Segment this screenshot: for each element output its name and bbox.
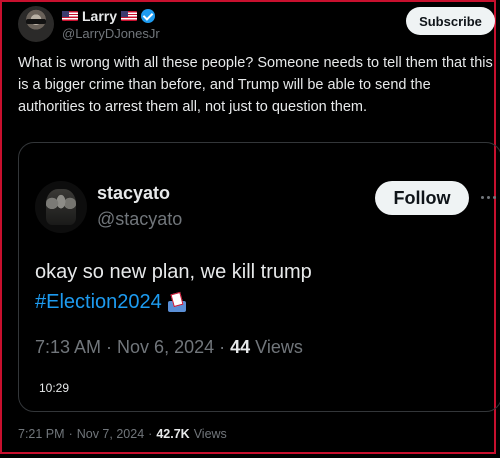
quote-text: okay so new plan, we kill trump (35, 261, 312, 283)
author-name[interactable]: Larry (82, 8, 117, 24)
hashtag-text[interactable]: #Election2024 (35, 287, 162, 317)
quote-views-label: Views (255, 337, 303, 357)
more-options-icon[interactable] (481, 191, 500, 203)
tweet-views-label: Views (193, 427, 227, 441)
subscribe-button[interactable]: Subscribe (406, 7, 495, 35)
meta-separator: · (219, 337, 226, 357)
video-duration: 10:29 (35, 379, 74, 397)
quote-meta: 7:13 AM · Nov 6, 2024 · 44 Views (35, 337, 303, 358)
ballot-box-icon (166, 292, 188, 312)
quoted-tweet-card[interactable]: stacyato @stacyato Follow okay so new pl… (18, 142, 500, 412)
author-handle[interactable]: @LarryDJonesJr (62, 26, 160, 41)
us-flag-icon (62, 11, 78, 21)
tweet-date[interactable]: Nov 7, 2024 (77, 427, 144, 441)
meta-separator: · (148, 427, 153, 441)
tweet-time[interactable]: 7:21 PM (18, 427, 65, 441)
tweet-meta: 7:21 PM · Nov 7, 2024 · 42.7K Views (18, 427, 227, 441)
tweet-text: What is wrong with all these people? Som… (18, 55, 493, 115)
us-flag-icon (121, 11, 138, 21)
avatar[interactable] (18, 6, 54, 42)
quote-avatar[interactable] (35, 181, 87, 233)
quote-views-count: 44 (230, 337, 251, 357)
quote-author-name[interactable]: stacyato (97, 183, 170, 204)
quote-time[interactable]: 7:13 AM (35, 337, 101, 358)
author-name-row[interactable]: Larry (62, 8, 156, 24)
follow-button[interactable]: Follow (375, 181, 469, 215)
tweet-views-count: 42.7K (156, 427, 190, 441)
meta-separator: · (68, 427, 73, 441)
quote-author-handle[interactable]: @stacyato (97, 209, 182, 230)
hashtag-link[interactable]: #Election2024 (35, 287, 188, 317)
quote-date[interactable]: Nov 6, 2024 (117, 337, 214, 358)
verified-badge-icon (141, 9, 156, 23)
meta-separator: · (106, 337, 113, 357)
